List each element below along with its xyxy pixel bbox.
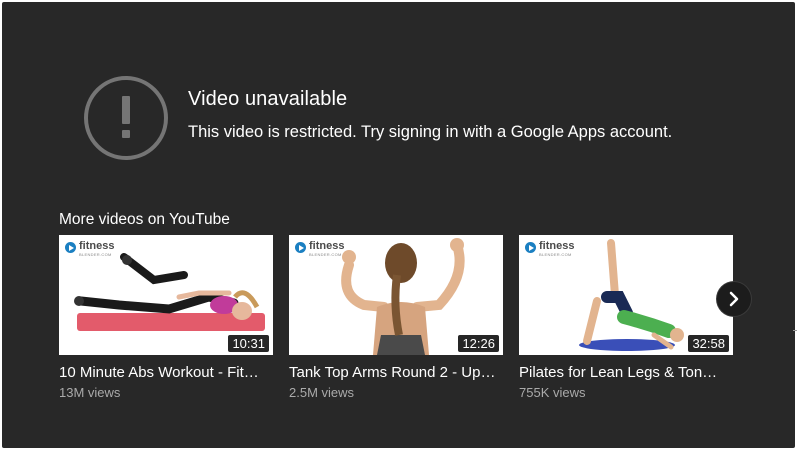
play-logo-icon xyxy=(525,242,536,253)
brand-sub: BLENDER.COM xyxy=(79,252,112,257)
brand-name: fitness xyxy=(539,240,575,252)
video-title[interactable]: Tank Top Arms Round 2 - Up… xyxy=(289,364,503,381)
next-videos-button[interactable] xyxy=(717,282,751,316)
view-count: 2.5M views xyxy=(289,385,355,400)
chevron-right-icon xyxy=(729,291,739,307)
play-logo-icon xyxy=(295,242,306,253)
play-logo-icon xyxy=(65,242,76,253)
video-card[interactable]: fitness BLENDER.COM 32:58 Pilates for Le… xyxy=(519,235,733,400)
channel-watermark: fitness BLENDER.COM xyxy=(295,241,344,257)
channel-watermark: fitness BLENDER.COM xyxy=(65,241,114,257)
more-videos-heading[interactable]: More videos on YouTube xyxy=(59,211,230,229)
duration-badge: 32:58 xyxy=(688,335,729,352)
video-title[interactable]: 10 Minute Abs Workout - Fit… xyxy=(59,364,273,381)
view-count: 13M views xyxy=(59,385,121,400)
duration-badge: 12:26 xyxy=(458,335,499,352)
edge-divider xyxy=(793,330,797,331)
video-thumbnail[interactable]: fitness BLENDER.COM 32:58 xyxy=(519,235,733,355)
error-message: This video is restricted. Try signing in… xyxy=(188,123,673,141)
brand-sub: BLENDER.COM xyxy=(539,252,572,257)
alert-circle-icon xyxy=(84,76,168,160)
duration-badge: 10:31 xyxy=(228,335,269,352)
error-title: Video unavailable xyxy=(188,88,348,110)
video-title[interactable]: Pilates for Lean Legs & Ton… xyxy=(519,364,733,381)
video-thumbnail[interactable]: fitness BLENDER.COM 12:26 xyxy=(289,235,503,355)
video-thumbnail[interactable]: fitness BLENDER.COM 10:31 xyxy=(59,235,273,355)
embed-frame: Video unavailable This video is restrict… xyxy=(0,0,797,451)
video-player: Video unavailable This video is restrict… xyxy=(2,2,795,448)
video-card[interactable]: fitness BLENDER.COM 10:31 10 Minute Abs … xyxy=(59,235,273,400)
brand-name: fitness xyxy=(79,240,115,252)
video-card[interactable]: fitness BLENDER.COM 12:26 Tank Top Arms … xyxy=(289,235,503,400)
view-count: 755K views xyxy=(519,385,586,400)
brand-sub: BLENDER.COM xyxy=(309,252,342,257)
brand-name: fitness xyxy=(309,240,345,252)
channel-watermark: fitness BLENDER.COM xyxy=(525,241,574,257)
